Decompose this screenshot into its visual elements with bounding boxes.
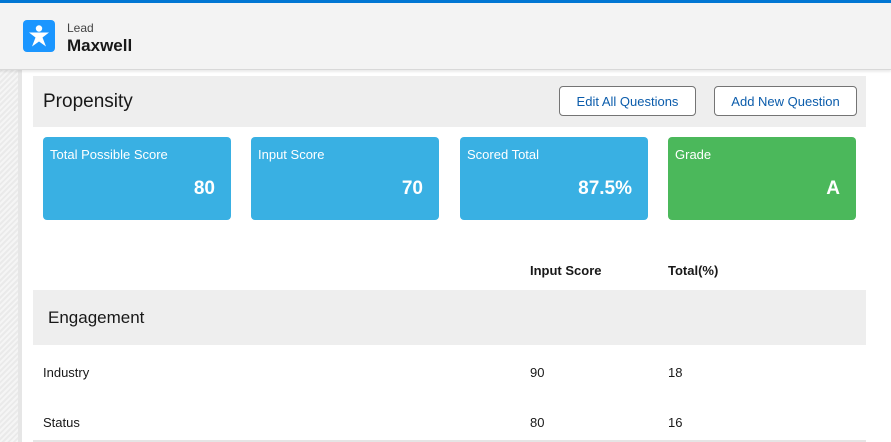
tile-value: 70	[401, 178, 423, 199]
tile-label: Input Score	[258, 147, 325, 162]
page: Lead Maxwell Propensity Edit All Questio…	[0, 0, 891, 442]
section-label: Engagement	[48, 308, 145, 327]
propensity-title: Propensity	[43, 91, 133, 112]
propensity-card: Propensity Edit All Questions Add New Qu…	[33, 76, 866, 442]
input-score-value: 80	[530, 415, 545, 430]
propensity-card-header: Propensity Edit All Questions Add New Qu…	[33, 76, 866, 127]
lead-person-icon	[23, 20, 55, 52]
total-value: 16	[668, 415, 683, 430]
total-possible-score-tile: Total Possible Score 80	[43, 137, 231, 220]
record-object-type: Lead	[67, 21, 94, 35]
grade-tile: Grade A	[668, 137, 856, 220]
column-header-total: Total(%)	[668, 263, 719, 278]
left-gutter	[0, 70, 22, 442]
tile-value: 80	[193, 178, 215, 199]
input-score-tile: Input Score 70	[251, 137, 439, 220]
question-name: Industry	[43, 365, 90, 380]
total-value: 18	[668, 365, 683, 380]
tile-value: A	[826, 178, 840, 199]
tile-label: Grade	[675, 147, 712, 162]
table-row: Status 80 16	[33, 396, 866, 442]
add-new-question-button[interactable]: Add New Question	[714, 86, 857, 116]
table-row: Industry 90 18	[33, 346, 866, 396]
column-header-input-score: Input Score	[530, 263, 602, 278]
tile-label: Total Possible Score	[50, 147, 168, 162]
edit-all-questions-button[interactable]: Edit All Questions	[559, 86, 696, 116]
question-name: Status	[43, 415, 80, 430]
record-header: Lead Maxwell	[0, 3, 891, 70]
input-score-value: 90	[530, 365, 545, 380]
tile-label: Scored Total	[467, 147, 540, 162]
section-row-engagement: Engagement	[33, 290, 866, 345]
scored-total-tile: Scored Total 87.5%	[460, 137, 648, 220]
record-title: Maxwell	[67, 36, 133, 55]
tile-value: 87.5%	[578, 178, 632, 199]
